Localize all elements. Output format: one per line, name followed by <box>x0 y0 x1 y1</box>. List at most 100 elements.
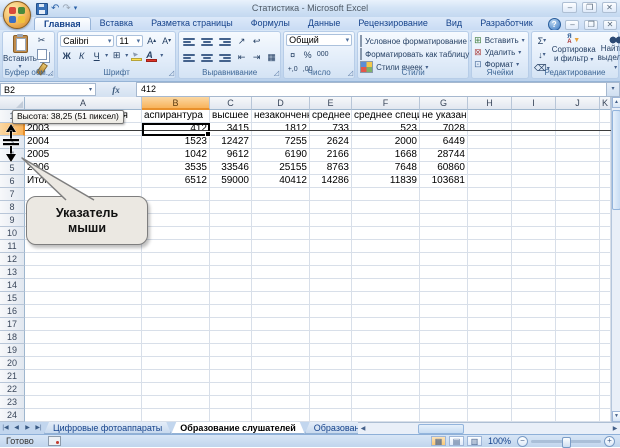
cell-B8[interactable] <box>142 201 210 214</box>
row-header-24[interactable]: 24 <box>0 409 25 422</box>
cell-E7[interactable] <box>310 188 352 201</box>
row-header-11[interactable]: 11 <box>0 240 25 253</box>
cell-K10[interactable] <box>600 227 611 240</box>
name-box[interactable]: B2 ▾ <box>0 83 96 96</box>
office-button[interactable] <box>3 1 31 29</box>
cell-J3[interactable] <box>556 136 600 149</box>
cell-E4[interactable]: 2166 <box>310 149 352 162</box>
cell-H23[interactable] <box>468 396 512 409</box>
cell-J6[interactable] <box>556 175 600 188</box>
cell-D18[interactable] <box>252 331 310 344</box>
cell-K8[interactable] <box>600 201 611 214</box>
cell-I9[interactable] <box>512 214 556 227</box>
column-header-E[interactable]: E <box>310 97 352 110</box>
cell-D5[interactable]: 25155 <box>252 162 310 175</box>
row-header-23[interactable]: 23 <box>0 396 25 409</box>
row-header-8[interactable]: 8 <box>0 201 25 214</box>
alignment-dialog-launcher[interactable]: ◿ <box>274 70 279 77</box>
cell-C13[interactable] <box>210 266 252 279</box>
scroll-right-icon[interactable]: ▶ <box>610 425 620 432</box>
column-header-A[interactable]: A <box>25 97 142 110</box>
cell-K9[interactable] <box>600 214 611 227</box>
cell-B11[interactable] <box>142 240 210 253</box>
cell-K21[interactable] <box>600 370 611 383</box>
cell-J21[interactable] <box>556 370 600 383</box>
cell-D17[interactable] <box>252 318 310 331</box>
workbook-close-button[interactable]: ✕ <box>603 20 617 30</box>
cell-G3[interactable]: 6449 <box>420 136 468 149</box>
fill-icon[interactable]: ↓ ▾ <box>534 48 550 61</box>
vertical-scrollbar[interactable]: ▲ ▼ <box>611 97 620 422</box>
cell-E15[interactable] <box>310 292 352 305</box>
cell-D7[interactable] <box>252 188 310 201</box>
cell-I10[interactable] <box>512 227 556 240</box>
cell-F11[interactable] <box>352 240 420 253</box>
row-header-18[interactable]: 18 <box>0 331 25 344</box>
cell-D16[interactable] <box>252 305 310 318</box>
font-name-select[interactable]: Calibri ▾ <box>60 34 115 47</box>
insert-function-button[interactable]: fx <box>112 85 120 95</box>
cell-D10[interactable] <box>252 227 310 240</box>
cell-A3[interactable]: 2004 <box>25 136 142 149</box>
cell-A24[interactable] <box>25 409 142 422</box>
close-button[interactable]: ✕ <box>602 2 617 13</box>
column-header-J[interactable]: J <box>556 97 600 110</box>
cell-H7[interactable] <box>468 188 512 201</box>
cell-B5[interactable]: 3535 <box>142 162 210 175</box>
cell-G23[interactable] <box>420 396 468 409</box>
cell-C20[interactable] <box>210 357 252 370</box>
column-header-H[interactable]: H <box>468 97 512 110</box>
cell-B19[interactable] <box>142 344 210 357</box>
cell-C24[interactable] <box>210 409 252 422</box>
row-header-20[interactable]: 20 <box>0 357 25 370</box>
cell-C23[interactable] <box>210 396 252 409</box>
cell-J4[interactable] <box>556 149 600 162</box>
cell-G20[interactable] <box>420 357 468 370</box>
row-header-19[interactable]: 19 <box>0 344 25 357</box>
cell-I1[interactable] <box>512 110 556 123</box>
cell-K11[interactable] <box>600 240 611 253</box>
number-format-select[interactable]: Общий ▾ <box>286 34 353 46</box>
cell-E1[interactable]: среднее <box>310 110 352 123</box>
row-header-22[interactable]: 22 <box>0 383 25 396</box>
cell-D9[interactable] <box>252 214 310 227</box>
cell-D24[interactable] <box>252 409 310 422</box>
cell-J22[interactable] <box>556 383 600 396</box>
cell-J17[interactable] <box>556 318 600 331</box>
cell-C3[interactable]: 12427 <box>210 136 252 149</box>
cell-J12[interactable] <box>556 253 600 266</box>
cell-H21[interactable] <box>468 370 512 383</box>
grow-font-button[interactable]: А ▴ <box>145 34 158 47</box>
cell-A23[interactable] <box>25 396 142 409</box>
cell-C19[interactable] <box>210 344 252 357</box>
cell-K20[interactable] <box>600 357 611 370</box>
cell-F19[interactable] <box>352 344 420 357</box>
cell-C15[interactable] <box>210 292 252 305</box>
row-header-14[interactable]: 14 <box>0 279 25 292</box>
orientation-icon[interactable]: ↗ <box>235 35 248 48</box>
ribbon-tab[interactable]: Вставка <box>91 17 142 30</box>
cell-J11[interactable] <box>556 240 600 253</box>
align-bottom-icon[interactable] <box>219 37 232 46</box>
cell-G16[interactable] <box>420 305 468 318</box>
cell-F23[interactable] <box>352 396 420 409</box>
cell-F1[interactable]: среднее специальное <box>352 110 420 123</box>
cell-F7[interactable] <box>352 188 420 201</box>
cell-H8[interactable] <box>468 201 512 214</box>
cell-J18[interactable] <box>556 331 600 344</box>
cell-C14[interactable] <box>210 279 252 292</box>
cell-G19[interactable] <box>420 344 468 357</box>
align-middle-icon[interactable] <box>201 37 214 46</box>
cell-D14[interactable] <box>252 279 310 292</box>
underline-button[interactable]: Ч <box>90 49 103 62</box>
cell-I3[interactable] <box>512 136 556 149</box>
cell-C8[interactable] <box>210 201 252 214</box>
cell-G4[interactable]: 28744 <box>420 149 468 162</box>
cell-F18[interactable] <box>352 331 420 344</box>
cell-B22[interactable] <box>142 383 210 396</box>
cell-G22[interactable] <box>420 383 468 396</box>
cell-B14[interactable] <box>142 279 210 292</box>
italic-button[interactable]: К <box>75 49 88 62</box>
column-header-D[interactable]: D <box>252 97 310 110</box>
cell-F6[interactable]: 11839 <box>352 175 420 188</box>
